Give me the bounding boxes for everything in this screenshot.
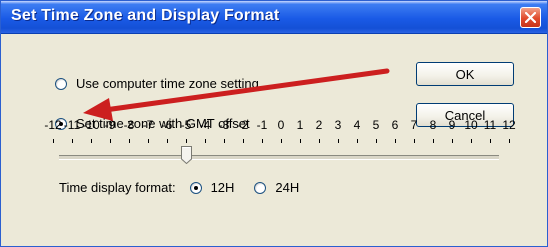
radio-24h[interactable] [254, 181, 267, 194]
gmt-tick-mark [433, 139, 434, 143]
gmt-tick-label: -6 [161, 118, 173, 132]
option-use-computer-timezone-label: Use computer time zone setting [76, 76, 259, 91]
gmt-tick-mark [148, 139, 149, 143]
time-format-row: Time display format: 12H 24H [59, 180, 299, 195]
gmt-tick-mark [471, 139, 472, 143]
gmt-tick-label: 5 [372, 118, 380, 132]
gmt-tick-mark [395, 139, 396, 143]
radio-12h[interactable] [189, 181, 202, 194]
gmt-tick-label: -12 [44, 118, 62, 132]
gmt-tick-label: -4 [199, 118, 211, 132]
gmt-tick-mark [262, 139, 263, 143]
gmt-tick-label: -2 [237, 118, 249, 132]
gmt-tick-mark [376, 139, 377, 143]
gmt-tick-mark [167, 139, 168, 143]
title-bar[interactable]: Set Time Zone and Display Format [1, 1, 547, 34]
dialog-window: Set Time Zone and Display Format Use com… [0, 0, 548, 247]
gmt-tick-label: -11 [63, 118, 81, 132]
close-icon [525, 12, 536, 23]
gmt-tick-label: 4 [353, 118, 361, 132]
gmt-tick-mark [110, 139, 111, 143]
radio-use-computer-timezone[interactable] [55, 77, 67, 90]
gmt-offset-slider-thumb[interactable] [180, 146, 192, 164]
gmt-tick-mark [243, 139, 244, 143]
option-24h-label: 24H [275, 180, 300, 195]
close-button[interactable] [520, 7, 541, 28]
gmt-tick-mark [72, 139, 73, 143]
gmt-tick-label: 9 [448, 118, 456, 132]
option-12h-label: 12H [210, 180, 235, 195]
ok-button[interactable]: OK [416, 62, 514, 86]
gmt-tick-mark [490, 139, 491, 143]
gmt-tick-label: 11 [483, 118, 497, 132]
gmt-tick-label: 6 [391, 118, 399, 132]
gmt-tick-mark [281, 139, 282, 143]
gmt-tick-mark [319, 139, 320, 143]
gmt-tick-mark [357, 139, 358, 143]
gmt-tick-label: -10 [82, 118, 100, 132]
gmt-tick-mark [452, 139, 453, 143]
gmt-tick-mark [338, 139, 339, 143]
gmt-tick-mark [300, 139, 301, 143]
gmt-tick-label: -9 [104, 118, 116, 132]
window-title: Set Time Zone and Display Format [11, 7, 280, 24]
gmt-tick-label: -5 [180, 118, 192, 132]
gmt-tick-mark [414, 139, 415, 143]
gmt-offset-slider-track[interactable] [59, 155, 499, 160]
gmt-tick-label: -7 [142, 118, 154, 132]
gmt-tick-label: 10 [464, 118, 478, 132]
gmt-tick-label: 1 [296, 118, 304, 132]
gmt-tick-mark [205, 139, 206, 143]
gmt-tick-label: 8 [429, 118, 437, 132]
gmt-tick-mark [91, 139, 92, 143]
gmt-tick-label: 7 [410, 118, 418, 132]
gmt-tick-mark [224, 139, 225, 143]
gmt-tick-mark [509, 139, 510, 143]
gmt-tick-mark [186, 139, 187, 143]
gmt-tick-mark [53, 139, 54, 143]
gmt-tick-label: 0 [277, 118, 285, 132]
gmt-tick-mark [129, 139, 130, 143]
time-format-label: Time display format: [59, 180, 176, 195]
gmt-tick-label: 3 [334, 118, 342, 132]
gmt-tick-label: 2 [315, 118, 323, 132]
gmt-tick-label: -1 [256, 118, 268, 132]
gmt-tick-label: 12 [502, 118, 516, 132]
gmt-tick-label: -3 [218, 118, 230, 132]
gmt-tick-label: -8 [123, 118, 135, 132]
dialog-content: Use computer time zone setting Set time … [1, 34, 547, 246]
option-use-computer-timezone[interactable]: Use computer time zone setting [55, 76, 259, 91]
